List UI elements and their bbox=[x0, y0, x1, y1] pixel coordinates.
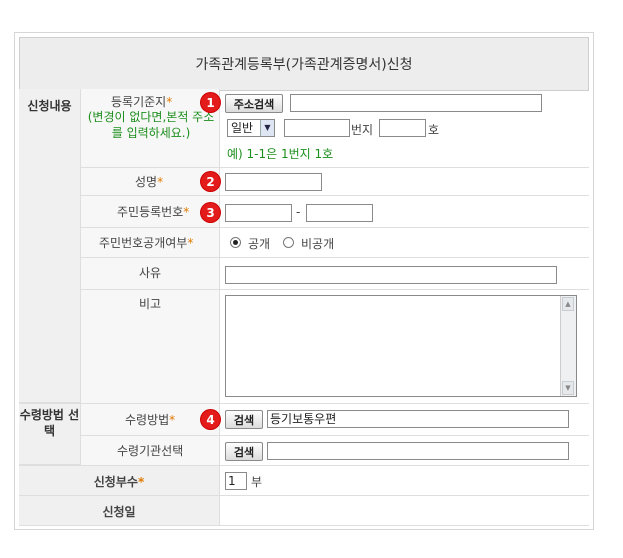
reg-base-hint: (변경이 없다면,본적 주소 를 입력하세요.) bbox=[81, 109, 221, 141]
step-badge-1: 1 bbox=[201, 93, 220, 112]
row-separator bbox=[81, 227, 589, 228]
public-radio[interactable] bbox=[230, 237, 241, 248]
address-type-select[interactable]: 일반 ▼ bbox=[227, 119, 275, 137]
resident-no-label: 주민등록번호* bbox=[117, 205, 190, 219]
receive-org-input[interactable] bbox=[267, 442, 569, 460]
receive-org-label: 수령기관선택 bbox=[117, 444, 184, 458]
step-badge-3: 3 bbox=[201, 203, 220, 222]
name-input[interactable] bbox=[225, 173, 322, 191]
column-divider bbox=[219, 89, 220, 525]
section-receive-method-label: 수령방법 선택 bbox=[19, 408, 80, 438]
scroll-down-icon[interactable]: ▼ bbox=[562, 381, 574, 395]
row-separator bbox=[19, 403, 589, 404]
receive-method-input[interactable]: 등기보통우편 bbox=[267, 410, 569, 428]
receive-method-label: 수령방법* bbox=[125, 413, 176, 427]
row-separator bbox=[81, 167, 589, 168]
resident-no-back-input[interactable] bbox=[306, 204, 373, 222]
row-separator bbox=[81, 435, 589, 436]
reg-base-label: 등록기준지* bbox=[111, 95, 173, 109]
address-input[interactable] bbox=[290, 94, 542, 112]
receive-org-search-button[interactable]: 검색 bbox=[225, 442, 263, 461]
reason-label: 사유 bbox=[139, 266, 162, 280]
copies-unit: 부 bbox=[251, 475, 263, 489]
row-separator bbox=[19, 495, 589, 496]
application-form: 가족관계등록부(가족관계증명서)신청 신청내용 수령방법 선택 등록기준지* (… bbox=[14, 32, 594, 530]
section-receive-method: 수령방법 선택 bbox=[19, 403, 81, 465]
row-separator bbox=[81, 195, 589, 196]
address-type-select-value: 일반 bbox=[231, 121, 254, 135]
ho-input[interactable] bbox=[379, 119, 426, 137]
resident-no-separator: - bbox=[296, 205, 301, 219]
reg-base-hint-line2: 를 입력하세요.) bbox=[111, 126, 191, 140]
row-separator bbox=[81, 289, 589, 290]
bunji-label: 번지 bbox=[351, 123, 374, 137]
note-label: 비고 bbox=[139, 297, 162, 311]
bunji-input[interactable] bbox=[284, 119, 350, 137]
section-apply-content: 신청내용 bbox=[19, 89, 81, 403]
scroll-up-icon[interactable]: ▲ bbox=[562, 297, 574, 311]
copies-input[interactable]: 1 bbox=[225, 472, 247, 490]
step-badge-2: 2 bbox=[201, 172, 220, 191]
row-separator bbox=[19, 525, 589, 526]
step-badge-4: 4 bbox=[201, 410, 220, 429]
form-title: 가족관계등록부(가족관계증명서)신청 bbox=[19, 37, 589, 91]
copies-label: 신청부수* bbox=[93, 475, 145, 489]
note-scrollbar[interactable]: ▲ ▼ bbox=[560, 296, 576, 396]
address-search-button[interactable]: 주소검색 bbox=[225, 94, 283, 113]
row-separator bbox=[81, 257, 589, 258]
apply-date-label: 신청일 bbox=[102, 505, 136, 519]
name-label: 성명* bbox=[135, 175, 164, 189]
row-separator bbox=[19, 465, 589, 466]
resident-public-label: 주민번호공개여부* bbox=[99, 236, 194, 250]
resident-no-front-input[interactable] bbox=[225, 204, 292, 222]
reg-base-hint-line1: (변경이 없다면,본적 주소 bbox=[87, 110, 215, 124]
private-radio-label: 비공개 bbox=[301, 237, 335, 251]
reason-input[interactable] bbox=[225, 266, 557, 284]
private-radio[interactable] bbox=[283, 237, 294, 248]
chevron-down-icon: ▼ bbox=[260, 120, 274, 136]
ho-label: 호 bbox=[428, 123, 440, 137]
public-radio-label: 공개 bbox=[248, 237, 271, 251]
receive-method-search-button[interactable]: 검색 bbox=[225, 410, 263, 429]
note-textarea[interactable]: ▲ ▼ bbox=[225, 295, 577, 397]
section-apply-content-label: 신청내용 bbox=[27, 99, 72, 113]
address-example: 예) 1-1은 1번지 1호 bbox=[227, 147, 334, 161]
